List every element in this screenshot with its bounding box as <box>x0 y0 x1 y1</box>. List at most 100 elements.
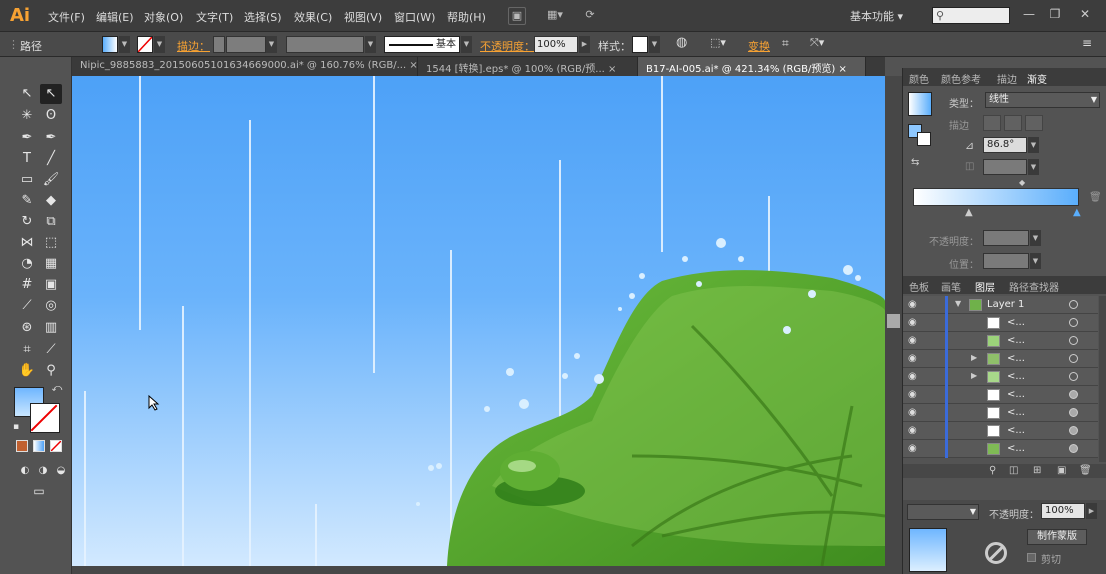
menu-file[interactable]: 文件(F) <box>48 9 85 25</box>
new-layer-icon[interactable]: ▣ <box>1057 465 1066 476</box>
search-input[interactable]: ⚲ <box>932 7 1010 24</box>
minimize-icon[interactable]: — <box>1018 6 1040 22</box>
stop-opacity-input[interactable] <box>983 230 1029 246</box>
eye-icon[interactable]: ◉ <box>908 425 917 436</box>
vertical-scrollbar[interactable] <box>885 76 902 566</box>
free-transform-tool-icon[interactable]: ⬚ <box>40 233 62 253</box>
layer-row[interactable]: ◉ ▼ Layer 1 <box>903 296 1098 314</box>
chevron-right-icon[interactable]: ▶ <box>971 371 977 380</box>
tab-document-1544[interactable]: 1544 [转换].eps* @ 100% (RGB/预... × <box>418 57 638 76</box>
layers-scrollbar[interactable] <box>1099 296 1106 462</box>
sublayer-row[interactable]: ◉ <... <box>903 386 1098 404</box>
arrange-documents-icon[interactable]: ▦▾ <box>542 7 568 25</box>
hand-tool-icon[interactable]: ✋ <box>16 361 38 381</box>
none-mode-icon[interactable] <box>50 440 62 452</box>
tab-document-nipic[interactable]: Nipic_9885883_20150605101634669000.ai* @… <box>72 57 418 76</box>
lasso-tool-icon[interactable]: ʘ <box>40 106 62 126</box>
screen-mode-icon[interactable]: ▭ <box>28 481 50 501</box>
sublayer-row[interactable]: ◉ <... <box>903 314 1098 332</box>
menu-help[interactable]: 帮助(H) <box>447 9 486 25</box>
sublayer-row[interactable]: ◉ ▶ <... <box>903 368 1098 386</box>
scroll-thumb[interactable] <box>887 314 900 328</box>
stroke-weight-input[interactable] <box>226 36 266 53</box>
gradient-swatch[interactable] <box>908 92 932 116</box>
rotate-tool-icon[interactable]: ↻ <box>16 212 38 232</box>
line-tool-icon[interactable]: ╱ <box>40 149 62 169</box>
new-sublayer-icon[interactable]: ⊞ <box>1033 465 1041 476</box>
eye-icon[interactable]: ◉ <box>908 353 917 364</box>
delete-layer-icon[interactable]: 🗑 <box>1079 465 1092 476</box>
target-icon[interactable] <box>1069 318 1078 327</box>
tab-close-icon[interactable]: × <box>839 64 847 75</box>
menu-edit[interactable]: 编辑(E) <box>96 9 134 25</box>
artboard-tool-icon[interactable]: ⌗ <box>16 340 38 360</box>
horizontal-scrollbar[interactable] <box>72 566 902 574</box>
stroke-across-icon[interactable] <box>1025 115 1043 131</box>
column-graph-tool-icon[interactable]: ▥ <box>40 318 62 338</box>
tab-close-icon[interactable]: × <box>409 60 417 71</box>
gradient-mode-icon[interactable] <box>33 440 45 452</box>
stroke-weight-stepper[interactable] <box>213 36 225 53</box>
variable-width-dropdown[interactable]: ▼ <box>365 36 376 53</box>
fill-swatch[interactable] <box>102 36 118 53</box>
tab-layers[interactable]: 图层 <box>975 279 995 294</box>
brush-definition[interactable]: 基本 <box>384 36 460 53</box>
color-stop-right[interactable]: ▲ <box>1073 207 1081 218</box>
stroke-within-icon[interactable] <box>983 115 1001 131</box>
chevron-right-icon[interactable]: ▶ <box>971 353 977 362</box>
artboard-canvas[interactable] <box>72 76 885 566</box>
midpoint-diamond-icon[interactable]: ◆ <box>1019 178 1025 187</box>
tab-color[interactable]: 颜色 <box>909 71 929 86</box>
menu-type[interactable]: 文字(T) <box>196 9 233 25</box>
sublayer-row[interactable]: ◉ <... <box>903 440 1098 458</box>
stroke-swatch[interactable] <box>137 36 153 53</box>
target-icon[interactable] <box>1069 390 1078 399</box>
search-icon[interactable]: ⚲ <box>989 465 996 476</box>
paintbrush-tool-icon[interactable]: 🖌 <box>40 170 62 190</box>
menu-object[interactable]: 对象(O) <box>144 9 183 25</box>
sublayer-row[interactable]: ◉ <... <box>903 332 1098 350</box>
align-icon[interactable]: ⬚▾ <box>710 36 726 49</box>
eye-icon[interactable]: ◉ <box>908 389 917 400</box>
stroke-weight-label[interactable]: 描边： <box>177 38 210 54</box>
stroke-dropdown[interactable]: ▼ <box>154 36 165 53</box>
gradient-stroke-mini[interactable] <box>917 132 931 146</box>
target-icon[interactable] <box>1069 300 1078 309</box>
eye-icon[interactable]: ◉ <box>908 335 917 346</box>
target-icon[interactable] <box>1069 408 1078 417</box>
menu-window[interactable]: 窗口(W) <box>394 9 435 25</box>
gpu-performance-icon[interactable]: ⟳ <box>580 7 600 25</box>
mesh-tool-icon[interactable]: # <box>16 275 38 295</box>
blend-mode-select[interactable]: ▼ <box>907 504 979 520</box>
symbol-sprayer-tool-icon[interactable]: ⊛ <box>16 318 38 338</box>
envelope-icon[interactable]: ⤧▾ <box>810 36 824 50</box>
target-icon[interactable] <box>1069 372 1078 381</box>
delete-stop-icon[interactable]: 🗑 <box>1089 192 1102 203</box>
variable-width-profile[interactable] <box>286 36 364 53</box>
make-mask-button[interactable]: 制作蒙版 <box>1027 529 1087 545</box>
reverse-gradient-icon[interactable]: ⇆ <box>911 157 919 168</box>
stop-position-dropdown[interactable]: ▼ <box>1030 253 1041 269</box>
opacity-label[interactable]: 不透明度： <box>480 38 535 54</box>
stroke-weight-dropdown[interactable]: ▼ <box>266 36 277 53</box>
menu-effect[interactable]: 效果(C) <box>294 9 332 25</box>
menu-view[interactable]: 视图(V) <box>344 9 382 25</box>
tab-gradient[interactable]: 渐变 <box>1027 71 1047 86</box>
workspace-switcher[interactable]: 基本功能 ▾ <box>850 8 903 24</box>
eraser-tool-icon[interactable]: ◆ <box>40 191 62 211</box>
tab-pathfinder[interactable]: 路径查找器 <box>1009 279 1059 294</box>
restore-icon[interactable]: ❐ <box>1044 6 1066 22</box>
target-icon[interactable] <box>1069 354 1078 363</box>
angle-input[interactable]: 86.8° <box>983 137 1027 153</box>
transparency-opacity-dropdown[interactable]: ▶ <box>1086 503 1097 519</box>
opacity-dropdown[interactable]: ▶ <box>579 36 590 53</box>
make-clipping-mask-icon[interactable]: ◫ <box>1009 465 1018 476</box>
rectangle-tool-icon[interactable]: ▭ <box>16 170 38 190</box>
tab-close-icon[interactable]: × <box>608 64 616 75</box>
type-tool-icon[interactable]: T <box>16 149 38 169</box>
default-colors-icon[interactable]: ▪ <box>10 421 22 433</box>
opacity-input[interactable]: 100% <box>534 36 578 53</box>
tab-swatches[interactable]: 色板 <box>909 279 929 294</box>
eye-icon[interactable]: ◉ <box>908 299 917 310</box>
scale-tool-icon[interactable]: ⧉ <box>40 212 62 232</box>
